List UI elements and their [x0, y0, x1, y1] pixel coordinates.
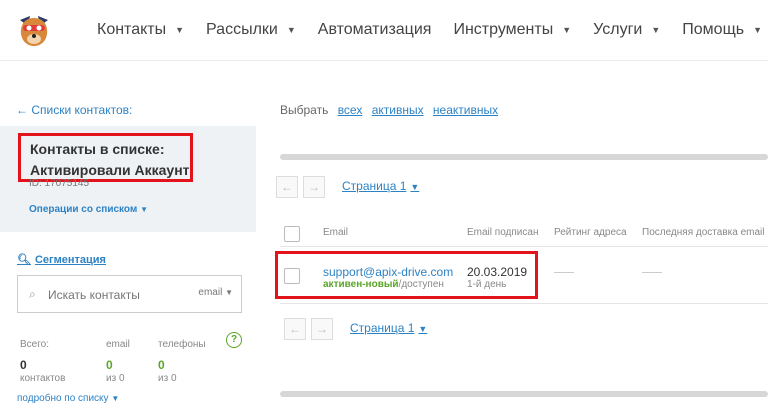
segmentation-link[interactable]: 🔍︎ Сегментация: [17, 253, 106, 266]
nav-automation[interactable]: Автоматизация: [318, 21, 432, 39]
page-select[interactable]: Страница 1 ▼: [350, 321, 427, 335]
list-title-line1: Контакты в списке:: [30, 141, 165, 157]
chevron-down-icon: ▼: [753, 25, 762, 35]
help-icon[interactable]: ?: [226, 332, 242, 348]
nav-help-label: Помощь: [682, 21, 745, 38]
segmentation-label: Сегментация: [34, 254, 106, 266]
subscribed-days: 1-й день: [467, 279, 507, 290]
stats-phones-value: 0: [158, 358, 165, 372]
next-page-button[interactable]: →: [311, 318, 333, 340]
chevron-down-icon: ▼: [651, 25, 661, 35]
prev-page-button[interactable]: ←: [284, 318, 306, 340]
select-inactive-link[interactable]: неактивных: [433, 103, 498, 117]
nav-automation-label: Автоматизация: [317, 21, 432, 38]
chevron-down-icon: ▼: [111, 394, 120, 403]
chevron-down-icon: ▼: [175, 25, 185, 35]
back-to-lists-link[interactable]: ← Списки контактов:: [16, 103, 132, 117]
nav-mailings-label: Рассылки: [206, 21, 278, 38]
nav-tools-label: Инструменты: [453, 21, 554, 38]
search-input[interactable]: [46, 285, 190, 305]
select-all-checkbox[interactable]: [284, 226, 300, 242]
stats-total-sub: контактов: [20, 373, 66, 384]
nav-services-label: Услуги: [593, 21, 643, 38]
horizontal-scrollbar-bottom[interactable]: [280, 391, 768, 397]
top-navbar: Контакты ▼ Рассылки ▼ Автоматизация Инстру…: [0, 0, 768, 61]
select-label: Выбрать: [280, 103, 329, 117]
stats-phones-label: телефоны: [158, 339, 206, 350]
column-last-delivery[interactable]: Последняя доставка email: [642, 227, 764, 238]
column-subscribed[interactable]: Email подписан: [467, 227, 538, 238]
stats-email-label: email: [106, 339, 130, 350]
search-filter-label: email: [198, 287, 223, 298]
chevron-down-icon: ▼: [225, 288, 233, 297]
nav-tools[interactable]: Инструменты ▼: [453, 21, 571, 39]
list-operations-label: Операции со списком: [29, 204, 138, 215]
search-icon: 🔍︎: [17, 254, 31, 266]
stats-email-sub: из 0: [106, 373, 125, 384]
pagination-top: ← → Страница 1 ▼: [276, 176, 456, 198]
list-id: ID: 17075145: [29, 178, 90, 189]
next-page-button[interactable]: →: [303, 176, 325, 198]
contact-email-link[interactable]: support@apix-drive.com: [323, 265, 453, 279]
page-select-label: Страница 1: [350, 321, 415, 335]
prev-page-button[interactable]: ←: [276, 176, 298, 198]
list-details-link[interactable]: подробно по списку ▼: [17, 393, 119, 404]
pagination-bottom: ← → Страница 1 ▼: [284, 318, 464, 340]
chevron-down-icon: ▼: [410, 182, 420, 192]
mascot-logo[interactable]: [14, 10, 54, 50]
column-rating[interactable]: Рейтинг адреса: [554, 227, 627, 238]
last-delivery-empty: [642, 272, 662, 273]
header-divider: [280, 246, 768, 247]
row-divider: [280, 303, 768, 304]
chevron-down-icon: ▼: [562, 25, 572, 35]
horizontal-scrollbar[interactable]: [280, 154, 768, 160]
status-active-new: активен-новый: [323, 279, 399, 290]
stats-phones-sub: из 0: [158, 373, 177, 384]
list-details-label: подробно по списку: [17, 393, 109, 404]
select-filter-row: Выбрать всех активных неактивных: [280, 103, 498, 117]
page-select[interactable]: Страница 1 ▼: [342, 179, 419, 193]
search-icon: ⌕: [29, 287, 36, 301]
chevron-down-icon: ▼: [140, 205, 148, 214]
search-filter-dropdown[interactable]: email ▼: [198, 287, 233, 298]
nav-services[interactable]: Услуги ▼: [593, 21, 660, 39]
page-select-label: Страница 1: [342, 179, 407, 193]
subscribed-date: 20.03.2019: [467, 265, 528, 279]
chevron-down-icon: ▼: [418, 324, 428, 334]
contacts-table-area: Выбрать всех активных неактивных ← → Стр…: [256, 60, 768, 419]
select-all-link[interactable]: всех: [338, 103, 363, 117]
main-menu: Контакты ▼ Рассылки ▼ Автоматизация Инстру…: [86, 0, 768, 60]
nav-contacts[interactable]: Контакты ▼: [97, 21, 184, 39]
sidebar: ← Списки контактов: Контакты в списке: А…: [0, 60, 256, 419]
list-operations-dropdown[interactable]: Операции со списком ▼: [29, 204, 148, 215]
stats-email-value: 0: [106, 358, 113, 372]
nav-help[interactable]: Помощь ▼: [682, 21, 762, 39]
stats-total-label: Всего:: [20, 339, 49, 350]
column-email[interactable]: Email: [323, 227, 348, 238]
nav-contacts-label: Контакты: [97, 21, 167, 38]
nav-mailings[interactable]: Рассылки ▼: [206, 21, 296, 39]
list-title-box: Контакты в списке: Активировали Аккаунт: [18, 133, 193, 182]
contact-status: активен-новый/доступен: [323, 279, 444, 290]
select-active-link[interactable]: активных: [372, 103, 424, 117]
chevron-down-icon: ▼: [286, 25, 296, 35]
contacts-search: ⌕ email ▼: [17, 275, 242, 313]
rating-empty: [554, 272, 574, 273]
stats-total-value: 0: [20, 358, 27, 372]
status-available: /доступен: [398, 279, 444, 290]
